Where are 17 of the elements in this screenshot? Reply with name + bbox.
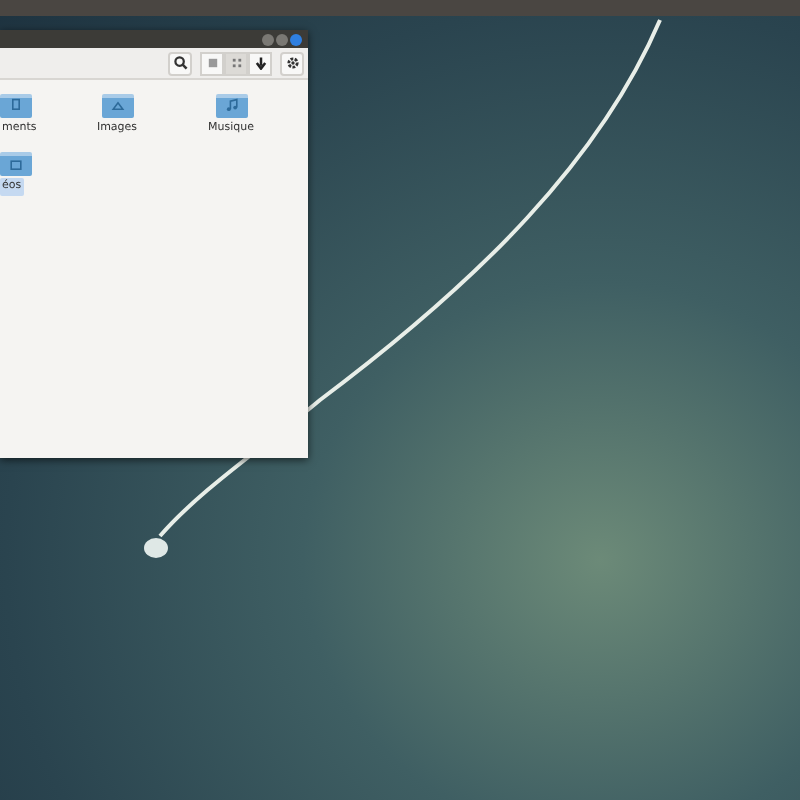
maximize-button[interactable]: [276, 33, 288, 45]
down-arrow-icon: [253, 56, 267, 70]
square-icon: [205, 56, 219, 70]
minimize-button[interactable]: [262, 33, 274, 45]
folder-icon[interactable]: [215, 94, 247, 118]
folder-icon[interactable]: [0, 152, 32, 177]
folder-icon[interactable]: [0, 94, 32, 118]
settings-icon: [285, 56, 299, 70]
settings-button[interactable]: [280, 51, 304, 75]
grid-view-button[interactable]: [224, 51, 248, 75]
list-view-button[interactable]: [200, 51, 224, 75]
close-button[interactable]: [290, 33, 302, 45]
sort-button[interactable]: [248, 51, 272, 75]
grid-icon: [229, 56, 243, 70]
search-button[interactable]: [168, 51, 192, 75]
folder-icon[interactable]: [101, 94, 133, 118]
search-icon: [173, 56, 187, 70]
